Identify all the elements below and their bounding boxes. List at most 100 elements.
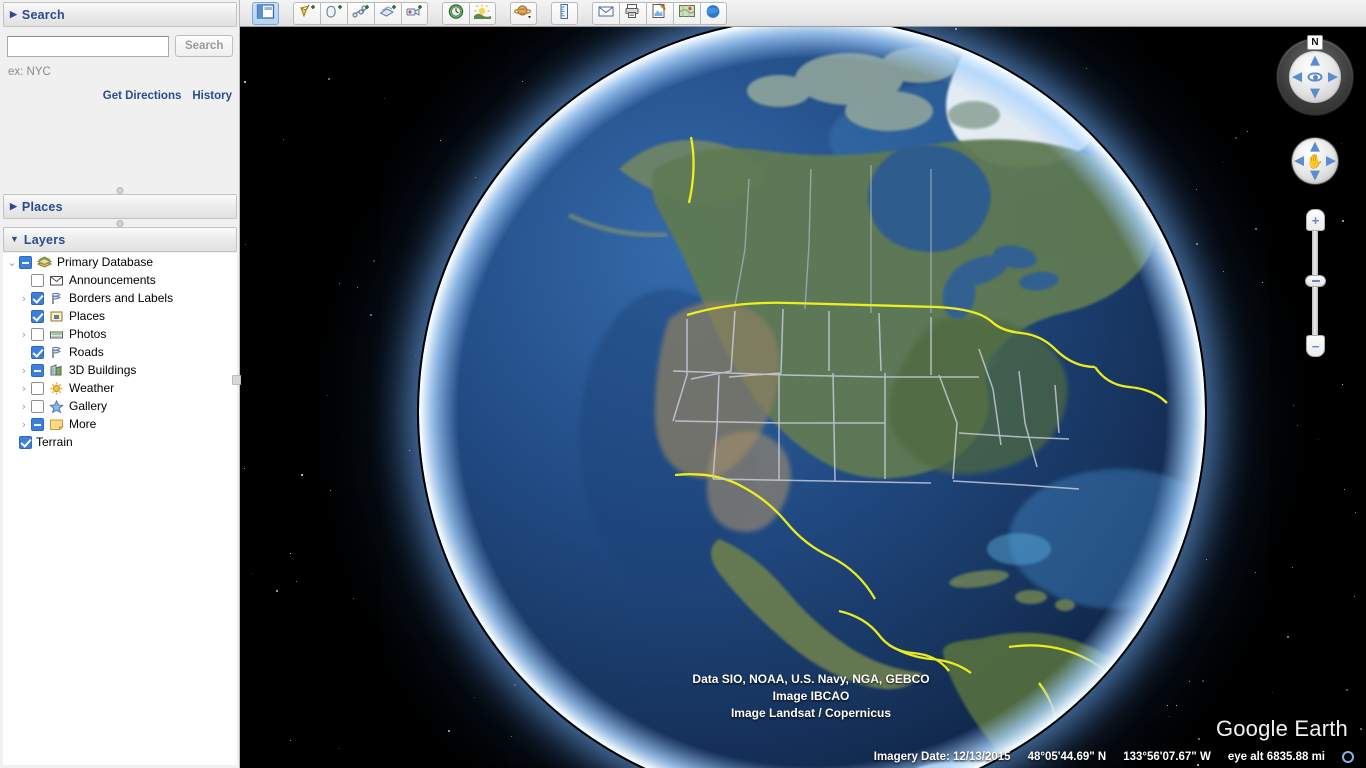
expand-arrow-icon[interactable]: ›: [17, 364, 31, 377]
layer-row-roads[interactable]: › Roads: [3, 343, 237, 361]
expand-arrow-icon[interactable]: ⌄: [5, 256, 19, 269]
pan-right-arrow-icon[interactable]: ▶: [1326, 155, 1336, 168]
layer-checkbox[interactable]: [31, 291, 44, 305]
search-button[interactable]: Search: [175, 35, 234, 57]
layer-checkbox[interactable]: [31, 417, 44, 431]
google-earth-logo: Google Earth: [1216, 716, 1348, 742]
record-tour-button[interactable]: [401, 1, 428, 25]
layer-label: Photos: [69, 327, 107, 341]
map-viewport[interactable]: Data SIO, NOAA, U.S. Navy, NGA, GEBCO Ima…: [241, 27, 1366, 768]
envelope-icon: [48, 273, 65, 287]
expand-arrow-icon[interactable]: ›: [17, 292, 31, 305]
folder-note-icon: [48, 417, 65, 431]
layer-checkbox[interactable]: [31, 363, 44, 377]
historical-imagery-button[interactable]: [442, 1, 469, 25]
search-places-divider[interactable]: [0, 186, 240, 194]
search-links: Get Directions History: [103, 90, 232, 102]
search-panel-title: Search: [21, 7, 65, 22]
layer-row-primary-database[interactable]: ⌄ Primary Database: [3, 253, 237, 271]
expand-arrow-icon[interactable]: ›: [17, 382, 31, 395]
zoom-out-button[interactable]: −: [1306, 335, 1325, 357]
layer-row-gallery[interactable]: › Gallery: [3, 397, 237, 415]
sidebar-splitter-handle[interactable]: [232, 375, 241, 385]
search-panel-body: Search ex: NYC Get Directions History: [0, 30, 240, 186]
layer-label: More: [69, 417, 97, 431]
clock-icon: [447, 3, 466, 23]
toolbar-group-2: [442, 1, 496, 25]
layer-row-photos[interactable]: › Photos: [3, 325, 237, 343]
layer-checkbox[interactable]: [31, 327, 44, 341]
look-up-arrow-icon[interactable]: ▲: [1310, 54, 1320, 67]
layer-row-places[interactable]: › Places: [3, 307, 237, 325]
zoom-slider-handle[interactable]: [1305, 275, 1326, 287]
movie-camera-icon: [405, 3, 424, 23]
layer-row-announcements[interactable]: › Announcements: [3, 271, 237, 289]
eye-icon: [1307, 72, 1323, 82]
add-image-overlay-button[interactable]: [374, 1, 401, 25]
zoom-slider[interactable]: + −: [1305, 209, 1326, 357]
globe-container: [241, 27, 1366, 768]
expand-arrow-icon[interactable]: ›: [17, 400, 31, 413]
add-path-button[interactable]: [347, 1, 374, 25]
globe-view-button[interactable]: [700, 1, 727, 25]
places-layers-divider[interactable]: [0, 219, 240, 227]
view-in-maps-button[interactable]: [673, 1, 700, 25]
layer-checkbox[interactable]: [19, 255, 32, 269]
layer-checkbox[interactable]: [31, 381, 44, 395]
pan-joystick[interactable]: ▲ ▼ ◀ ▶ ✋: [1292, 138, 1338, 184]
compass-ring[interactable]: N ▲ ▼ ◀ ▶: [1277, 35, 1353, 115]
history-link[interactable]: History: [192, 90, 232, 102]
email-button[interactable]: [592, 1, 619, 25]
layer-label: Roads: [69, 345, 104, 359]
layer-checkbox[interactable]: [31, 273, 44, 287]
divider-grip[interactable]: [116, 187, 124, 194]
expand-arrow-icon[interactable]: ›: [17, 328, 31, 341]
divider-grip[interactable]: [116, 220, 124, 227]
zoom-in-button[interactable]: +: [1306, 209, 1325, 231]
layers-panel-header[interactable]: ▼ Layers: [3, 227, 237, 252]
search-panel-header[interactable]: ▶ Search: [3, 2, 237, 27]
pan-up-arrow-icon[interactable]: ▲: [1310, 140, 1320, 153]
google-earth-window: ▶ Search Search ex: NYC Get Directions H…: [0, 0, 1366, 768]
get-directions-link[interactable]: Get Directions: [103, 90, 182, 102]
layer-checkbox[interactable]: [31, 399, 44, 413]
layer-row-more[interactable]: › More: [3, 415, 237, 433]
expand-arrow-icon[interactable]: ›: [17, 418, 31, 431]
layer-row-3d-buildings[interactable]: › 3D Buildings: [3, 361, 237, 379]
add-placemark-button[interactable]: [293, 1, 320, 25]
ruler-button[interactable]: [551, 1, 578, 25]
toolbar-group-5: [592, 1, 727, 25]
layer-row-terrain[interactable]: ›Terrain: [3, 433, 237, 451]
planet-switch-button[interactable]: [510, 1, 537, 25]
save-image-button[interactable]: [646, 1, 673, 25]
look-left-arrow-icon[interactable]: ◀: [1292, 71, 1302, 84]
status-bar: Imagery Date: 12/13/2015 48°05'44.69" N …: [241, 746, 1366, 768]
eye-altitude-label: eye alt 6835.88 mi: [1227, 751, 1325, 763]
search-hint-text: ex: NYC: [8, 66, 51, 78]
image-overlay-icon: [378, 3, 398, 23]
print-button[interactable]: [619, 1, 646, 25]
add-polygon-button[interactable]: [320, 1, 347, 25]
layer-checkbox[interactable]: [31, 345, 44, 359]
pan-left-arrow-icon[interactable]: ◀: [1294, 155, 1304, 168]
layer-checkbox[interactable]: [31, 309, 44, 323]
look-right-arrow-icon[interactable]: ▶: [1328, 71, 1338, 84]
sunlight-button[interactable]: [469, 1, 496, 25]
search-panel: ▶ Search Search ex: NYC Get Directions H…: [0, 0, 240, 186]
search-input[interactable]: [7, 35, 169, 57]
layer-row-borders-and-labels[interactable]: › Borders and Labels: [3, 289, 237, 307]
layers-tree: ⌄ Primary Database› Announcements› Borde…: [3, 253, 237, 765]
sunrise-icon: [473, 3, 492, 23]
layer-row-weather[interactable]: › Weather: [3, 379, 237, 397]
globe-surface: [419, 27, 1205, 768]
pan-down-arrow-icon[interactable]: ▼: [1310, 169, 1320, 182]
layer-checkbox[interactable]: [19, 435, 32, 449]
north-indicator[interactable]: N: [1307, 35, 1323, 50]
toolbar-group-3: [510, 1, 537, 25]
earth-globe[interactable]: [419, 27, 1205, 768]
toggle-sidebar-button[interactable]: [252, 1, 279, 25]
look-joystick[interactable]: ▲ ▼ ◀ ▶: [1289, 51, 1341, 103]
look-down-arrow-icon[interactable]: ▼: [1310, 87, 1320, 100]
polygon-icon: [325, 3, 344, 23]
places-panel-header[interactable]: ▶ Places: [3, 194, 237, 219]
